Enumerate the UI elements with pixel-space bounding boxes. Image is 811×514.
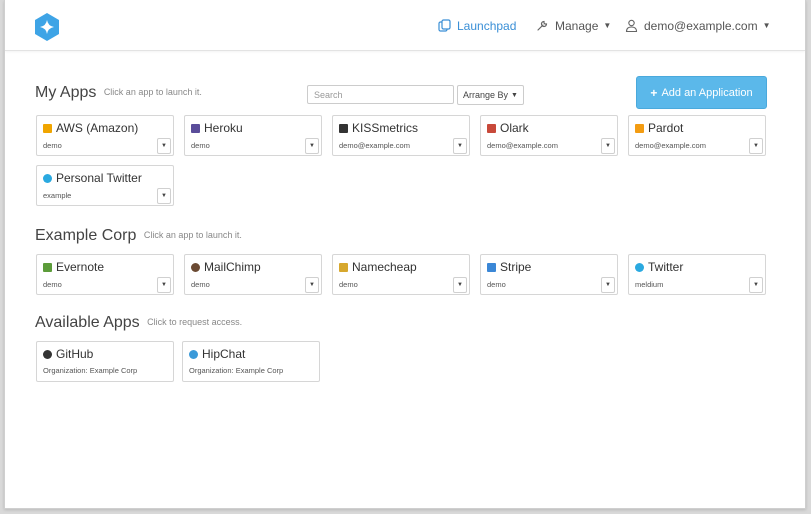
my-apps-heading: My Apps Click an app to launch it. (35, 84, 202, 102)
stripe-icon (487, 262, 496, 272)
app-username: demo (43, 280, 62, 289)
app-options-dropdown[interactable]: ▼ (453, 277, 467, 293)
available-apps-hint: Click to request access. (147, 317, 243, 327)
example-corp-title: Example Corp (35, 227, 137, 244)
twitter-icon (43, 173, 52, 183)
nav-launchpad-label: Launchpad (457, 18, 517, 33)
app-options-dropdown[interactable]: ▼ (749, 138, 763, 154)
example-corp-heading: Example Corp Click an app to launch it. (35, 227, 242, 245)
app-name: Stripe (500, 260, 532, 274)
app-name: HipChat (202, 347, 246, 361)
app-options-dropdown[interactable]: ▼ (601, 138, 615, 154)
app-options-dropdown[interactable]: ▼ (157, 277, 171, 293)
app-card-aws[interactable]: AWS (Amazon) demo ▼ (36, 115, 174, 156)
app-username: demo (339, 280, 358, 289)
app-name: Pardot (648, 121, 684, 135)
chevron-down-icon: ▼ (511, 91, 518, 99)
chevron-down-icon: ▼ (762, 21, 771, 30)
my-apps-title: My Apps (35, 84, 97, 101)
nav-manage-label: Manage (555, 18, 599, 33)
app-window: Launchpad Manage ▼ demo@example.com ▼ My… (4, 0, 806, 509)
hipchat-icon (189, 349, 198, 359)
app-options-dropdown[interactable]: ▼ (453, 138, 467, 154)
launchpad-icon (438, 19, 451, 32)
meldium-logo-icon[interactable] (32, 12, 62, 42)
app-name: Namecheap (352, 260, 417, 274)
app-username: demo (43, 141, 62, 150)
app-name: Personal Twitter (56, 171, 142, 185)
app-options-dropdown[interactable]: ▼ (157, 138, 171, 154)
app-organization: Organization: Example Corp (189, 366, 284, 375)
app-username: demo@example.com (487, 141, 558, 150)
my-apps-hint: Click an app to launch it. (103, 87, 202, 97)
available-app-card-github[interactable]: GitHub Organization: Example Corp (36, 341, 174, 382)
search-input[interactable] (307, 85, 454, 104)
add-application-button[interactable]: + Add an Application (636, 76, 767, 109)
app-name: MailChimp (204, 260, 261, 274)
chevron-down-icon: ▼ (603, 21, 612, 30)
nav-launchpad[interactable]: Launchpad (438, 0, 516, 51)
heroku-icon (191, 123, 200, 133)
app-username: example (43, 191, 72, 200)
account-email: demo@example.com (644, 18, 758, 33)
available-apps-heading: Available Apps Click to request access. (35, 314, 242, 332)
app-username: demo@example.com (635, 141, 706, 150)
app-name: Twitter (648, 260, 684, 274)
app-name: AWS (Amazon) (56, 121, 139, 135)
github-icon (43, 349, 52, 359)
app-name: GitHub (56, 347, 94, 361)
available-apps-title: Available Apps (35, 314, 140, 331)
app-name: Olark (500, 121, 529, 135)
plus-icon: + (650, 85, 658, 100)
app-organization: Organization: Example Corp (43, 366, 138, 375)
app-options-dropdown[interactable]: ▼ (157, 188, 171, 204)
app-card-olark[interactable]: Olark demo@example.com ▼ (480, 115, 618, 156)
example-corp-hint: Click an app to launch it. (143, 230, 242, 240)
app-card-namecheap[interactable]: Namecheap demo ▼ (332, 254, 470, 295)
app-card-heroku[interactable]: Heroku demo ▼ (184, 115, 322, 156)
aws-icon (43, 123, 52, 133)
arrange-by-dropdown[interactable]: Arrange By ▼ (457, 85, 524, 105)
app-options-dropdown[interactable]: ▼ (305, 277, 319, 293)
pardot-icon (635, 123, 644, 133)
kissmetrics-icon (339, 123, 348, 133)
app-name: KISSmetrics (352, 121, 419, 135)
add-application-label: Add an Application (661, 86, 753, 99)
app-card-stripe[interactable]: Stripe demo ▼ (480, 254, 618, 295)
evernote-icon (43, 262, 52, 272)
app-options-dropdown[interactable]: ▼ (601, 277, 615, 293)
app-username: demo (191, 141, 210, 150)
app-name: Evernote (56, 260, 105, 274)
nav-account-dropdown[interactable]: demo@example.com ▼ (625, 0, 770, 51)
nav-manage-dropdown[interactable]: Manage ▼ (536, 0, 611, 51)
arrange-by-label: Arrange By (463, 90, 509, 100)
app-username: demo (191, 280, 210, 289)
app-username: meldium (635, 280, 664, 289)
app-card-kissmetrics[interactable]: KISSmetrics demo@example.com ▼ (332, 115, 470, 156)
app-card-twitter[interactable]: Twitter meldium ▼ (628, 254, 766, 295)
app-card-mailchimp[interactable]: MailChimp demo ▼ (184, 254, 322, 295)
wrench-icon (536, 19, 549, 32)
available-app-card-hipchat[interactable]: HipChat Organization: Example Corp (182, 341, 320, 382)
app-card-personal-twitter[interactable]: Personal Twitter example ▼ (36, 165, 174, 206)
app-card-evernote[interactable]: Evernote demo ▼ (36, 254, 174, 295)
user-icon (625, 19, 638, 32)
app-options-dropdown[interactable]: ▼ (749, 277, 763, 293)
app-card-pardot[interactable]: Pardot demo@example.com ▼ (628, 115, 766, 156)
mailchimp-icon (191, 262, 200, 272)
top-navbar: Launchpad Manage ▼ demo@example.com ▼ (5, 0, 805, 51)
twitter-icon (635, 262, 644, 272)
namecheap-icon (339, 262, 348, 272)
app-options-dropdown[interactable]: ▼ (305, 138, 319, 154)
app-username: demo@example.com (339, 141, 410, 150)
app-name: Heroku (204, 121, 243, 135)
app-username: demo (487, 280, 506, 289)
olark-icon (487, 123, 496, 133)
